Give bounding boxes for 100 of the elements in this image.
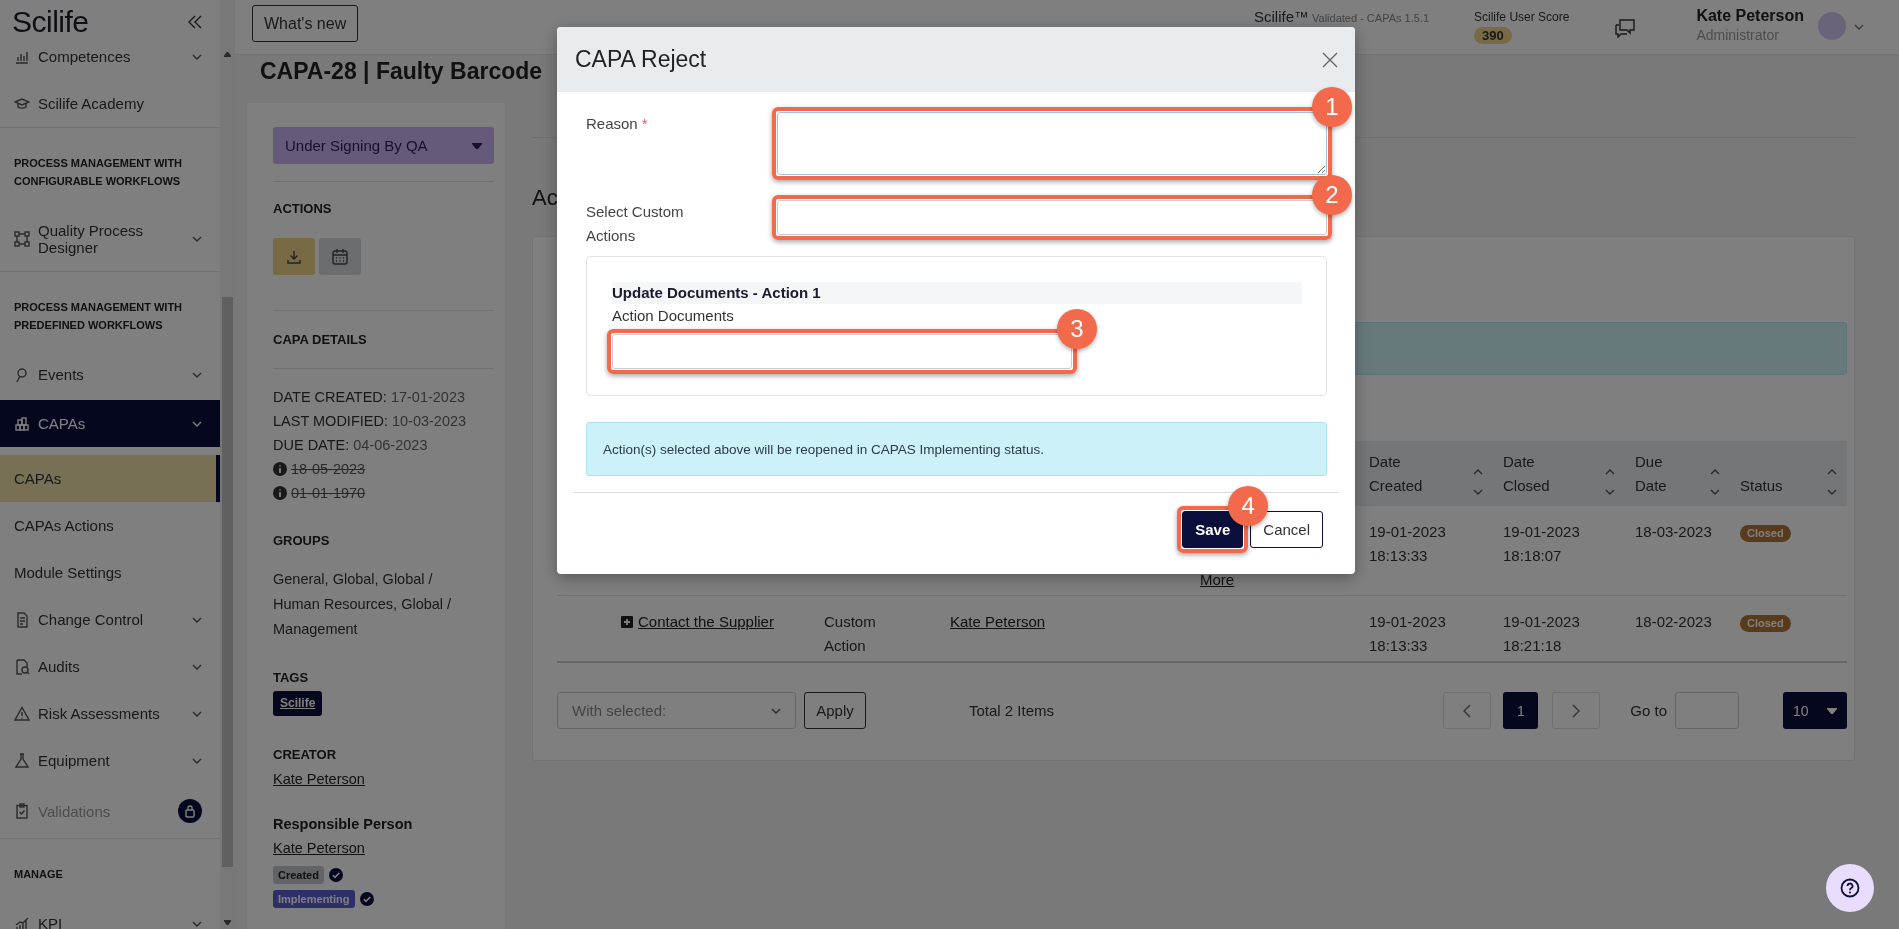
nodes-icon [14, 231, 30, 247]
chevron-down-icon[interactable] [1854, 24, 1864, 30]
group-title: Update Documents - Action 1 [612, 282, 1302, 304]
column-header[interactable]: Status [1740, 474, 1783, 498]
download-icon [286, 248, 302, 265]
sidebar-item[interactable]: Audits [0, 643, 220, 690]
date-label: DATE CREATED: [273, 388, 387, 407]
logo: Scilife [12, 5, 89, 39]
calendar-button[interactable] [319, 238, 361, 275]
date-value: 18-05-2023 [291, 460, 366, 479]
page-button[interactable]: 1 [1503, 692, 1539, 729]
action-link[interactable]: Contact the Supplier [638, 610, 774, 634]
caret-icon [1827, 707, 1837, 714]
sidebar-item[interactable]: Equipment [0, 737, 220, 784]
submenu-item[interactable]: CAPAs Actions [0, 502, 220, 549]
section-heading: Responsible Person [273, 815, 414, 833]
sidebar-item[interactable]: Events [0, 351, 220, 398]
bulk-action-select[interactable]: With selected: [557, 692, 796, 729]
sidebar-item[interactable]: KPI [0, 900, 220, 929]
save-button[interactable]: Save [1182, 511, 1244, 548]
help-icon [1840, 878, 1860, 898]
status-dropdown[interactable]: Under Signing By QA [273, 127, 494, 164]
version-text: Validated - CAPAs 1.5.1 [1312, 12, 1430, 24]
info-message: Action(s) selected above will be reopened in CAPAS Implementing status. [586, 422, 1327, 476]
sidebar-item[interactable]: Quality Process Designer [0, 207, 220, 271]
chevron-down-icon [192, 236, 202, 242]
person-link[interactable]: Kate Peterson [950, 613, 1046, 630]
info-icon[interactable] [273, 462, 287, 476]
total-items: Total 2 Items [969, 702, 1055, 719]
sidebar-item[interactable]: Competences [0, 44, 220, 80]
scrollbar-thumb[interactable] [222, 297, 233, 867]
tag-link[interactable]: Scilife [273, 691, 323, 716]
graduation-cap-icon [14, 95, 30, 112]
apply-button[interactable]: Apply [804, 692, 866, 729]
field-label: Reason [586, 114, 638, 134]
submenu-item[interactable]: CAPAs [0, 455, 220, 502]
status-tag: Created [273, 866, 324, 884]
chevron-down-icon [771, 707, 781, 714]
score-badge: 390 [1474, 27, 1512, 44]
status-badge: Closed [1740, 525, 1791, 542]
download-button[interactable] [273, 238, 315, 275]
modal-title: CAPA Reject [575, 46, 707, 73]
user-name: Kate Peterson [1696, 7, 1804, 25]
go-to-label: Go to [1630, 702, 1667, 719]
info-icon[interactable] [273, 486, 287, 500]
collapse-sidebar-icon[interactable] [186, 13, 204, 31]
caret-icon [472, 142, 482, 149]
table-cell-text: 19-01-2023 18:21:18 [1503, 612, 1581, 656]
scroll-up-icon[interactable] [224, 52, 231, 57]
table-cell-text: 18-03-2023 [1635, 522, 1713, 542]
person-link[interactable]: Kate Peterson [273, 836, 494, 860]
sort-icon[interactable] [1710, 468, 1720, 496]
column-header[interactable]: Date Closed [1503, 450, 1563, 498]
scroll-down-icon[interactable] [224, 920, 231, 925]
column-header[interactable]: Due Date [1635, 450, 1695, 498]
chevron-down-icon [192, 420, 202, 427]
field-label: Action Documents [612, 306, 735, 326]
chevron-down-icon [192, 710, 202, 717]
expand-icon[interactable] [621, 616, 633, 628]
required-mark: * [641, 114, 648, 134]
calendar-icon [331, 247, 349, 266]
clipboard-check-icon [14, 803, 30, 819]
section-title: Ac [532, 185, 558, 211]
date-label: DUE DATE: [273, 436, 350, 455]
chevron-down-icon [192, 757, 202, 764]
chevron-down-icon [192, 53, 202, 60]
sort-icon[interactable] [1473, 468, 1483, 496]
sort-icon[interactable] [1605, 468, 1615, 496]
sidebar-item[interactable]: Risk Assessments [0, 690, 220, 737]
close-icon[interactable] [1321, 50, 1339, 69]
person-link[interactable]: Kate Peterson [273, 767, 494, 791]
blocks-icon [14, 415, 30, 432]
step-number: 4 [1228, 486, 1269, 526]
chevron-down-icon [192, 616, 202, 623]
whats-new-button[interactable]: What's new [252, 5, 359, 42]
table-cell-text: 18-02-2023 [1635, 612, 1713, 632]
date-value: 10-03-2023 [391, 412, 467, 431]
submenu-item[interactable]: Module Settings [0, 549, 220, 596]
chat-icon[interactable] [1614, 18, 1637, 38]
flask-icon [14, 752, 30, 769]
sidebar-item[interactable]: Scilife Academy [0, 80, 220, 127]
chevron-left-icon [1463, 703, 1472, 718]
page-title: CAPA-28 | Faulty Barcode [260, 58, 543, 84]
date-label: LAST MODIFIED: [273, 412, 388, 431]
table-cell-text: Custom Action [824, 612, 877, 656]
section-heading: ACTIONS [273, 200, 333, 218]
field-label: Select Custom Actions [586, 202, 685, 246]
page-number-field[interactable] [1675, 692, 1739, 729]
sidebar-item[interactable]: CAPAs [0, 400, 220, 447]
document-search-icon [14, 658, 30, 675]
sort-icon[interactable] [1827, 468, 1837, 496]
help-button[interactable] [1826, 864, 1874, 912]
date-value: 17-01-2023 [390, 388, 466, 407]
page-size-select[interactable]: 10 [1783, 692, 1847, 729]
section-heading: CREATOR [273, 746, 338, 764]
reason-field[interactable] [777, 112, 1327, 175]
section-heading: TAGS [273, 669, 310, 687]
chevron-down-icon [192, 920, 202, 927]
sidebar-item[interactable]: Change Control [0, 596, 220, 643]
column-header[interactable]: Date Created [1369, 450, 1429, 498]
